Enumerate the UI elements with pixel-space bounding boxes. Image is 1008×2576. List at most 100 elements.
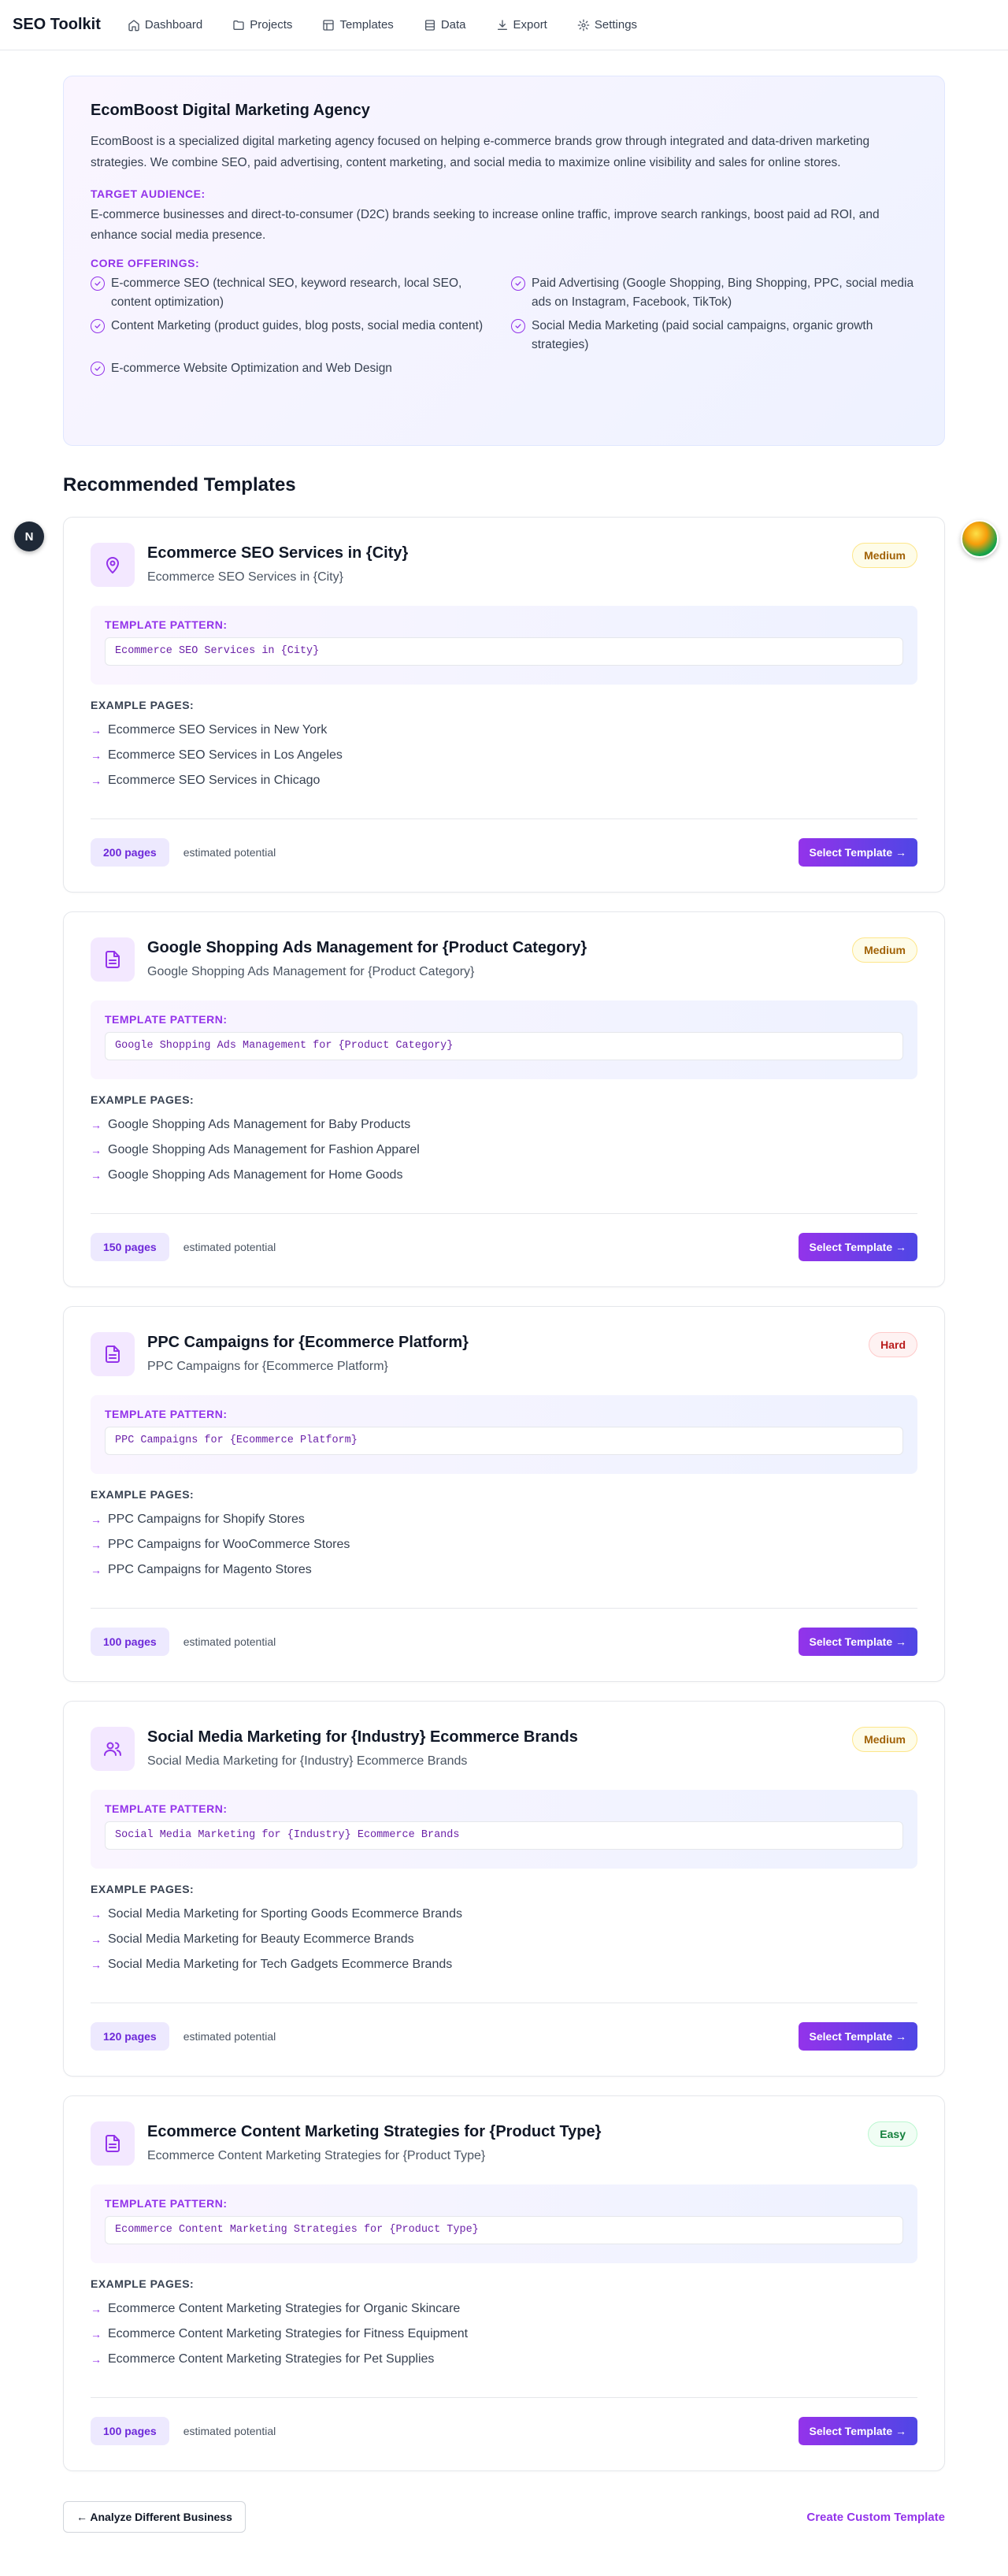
offering-text: Social Media Marketing (paid social camp… — [532, 319, 873, 351]
core-offerings-list: E-commerce SEO (technical SEO, keyword r… — [91, 274, 917, 378]
arrow-right-icon: → — [91, 1564, 102, 1576]
arrow-right-icon: → — [91, 724, 102, 737]
estimated-potential-label: estimated potential — [183, 1241, 276, 1253]
avatar[interactable] — [961, 520, 999, 558]
offering-item: Social Media Marketing (paid social camp… — [511, 317, 917, 354]
floating-badge[interactable]: N — [14, 522, 44, 551]
map-pin-icon — [91, 543, 135, 587]
template-pattern-box: TEMPLATE PATTERN: PPC Campaigns for {Eco… — [91, 1395, 917, 1474]
example-page-item: → Ecommerce Content Marketing Strategies … — [91, 2296, 917, 2322]
nav-item-data[interactable]: Data — [424, 18, 466, 32]
pages-count-badge: 100 pages — [91, 2417, 169, 2445]
download-icon — [497, 19, 507, 30]
select-template-button[interactable]: Select Template → — [798, 2417, 917, 2445]
template-card-footer: 150 pages estimated potential Select Tem… — [91, 1213, 917, 1261]
example-page-text: PPC Campaigns for Magento Stores — [108, 1563, 312, 1576]
example-page-text: Social Media Marketing for Beauty Ecomme… — [108, 1932, 414, 1946]
select-template-button[interactable]: Select Template → — [798, 2022, 917, 2051]
nav-item-projects[interactable]: Projects — [232, 18, 292, 32]
difficulty-badge: Hard — [869, 1332, 917, 1357]
arrow-right-icon: → — [91, 1169, 102, 1182]
check-circle-icon — [91, 319, 105, 333]
arrow-right-icon: → — [91, 2303, 102, 2315]
nav-item-label: Data — [440, 18, 466, 32]
example-page-text: Social Media Marketing for Sporting Good… — [108, 1907, 462, 1921]
nav-item-templates[interactable]: Templates — [322, 18, 394, 32]
template-card-footer: 200 pages estimated potential Select Tem… — [91, 818, 917, 867]
example-page-item: → PPC Campaigns for Magento Stores — [91, 1557, 917, 1583]
select-template-button[interactable]: Select Template → — [798, 838, 917, 867]
template-title: Ecommerce Content Marketing Strategies f… — [147, 2123, 602, 2140]
example-page-text: Ecommerce Content Marketing Strategies f… — [108, 2302, 461, 2315]
offering-item: E-commerce SEO (technical SEO, keyword r… — [91, 274, 497, 312]
template-card: Ecommerce SEO Services in {City} Ecommer… — [63, 517, 945, 893]
folder-icon — [233, 20, 244, 30]
example-page-item: → Ecommerce Content Marketing Strategies … — [91, 2322, 917, 2347]
template-pattern-code: Google Shopping Ads Management for {Prod… — [105, 1032, 903, 1060]
nav-item-dashboard[interactable]: Dashboard — [128, 18, 202, 32]
arrow-right-icon: → — [91, 2353, 102, 2366]
template-title: Social Media Marketing for {Industry} Ec… — [147, 1728, 578, 1746]
nav-item-settings[interactable]: Settings — [577, 18, 637, 32]
template-pattern-label: TEMPLATE PATTERN: — [105, 618, 228, 631]
pages-count-badge: 100 pages — [91, 1628, 169, 1656]
analyze-different-business-button[interactable]: ← Analyze Different Business — [63, 2501, 246, 2533]
example-page-text: Ecommerce SEO Services in New York — [108, 723, 328, 737]
document-icon — [91, 2121, 135, 2166]
template-subtitle: Ecommerce SEO Services in {City} — [147, 570, 343, 584]
template-pattern-code: PPC Campaigns for {Ecommerce Platform} — [105, 1427, 903, 1455]
template-pattern-code: Social Media Marketing for {Industry} Ec… — [105, 1821, 903, 1850]
check-circle-icon — [91, 277, 105, 291]
pages-count-badge: 200 pages — [91, 838, 169, 867]
target-audience-label: TARGET AUDIENCE: — [91, 187, 206, 200]
select-template-button[interactable]: Select Template → — [798, 1233, 917, 1261]
template-title: Ecommerce SEO Services in {City} — [147, 544, 409, 562]
template-subtitle: PPC Campaigns for {Ecommerce Platform} — [147, 1360, 388, 1373]
example-page-item: → PPC Campaigns for WooCommerce Stores — [91, 1532, 917, 1557]
example-page-item: → Social Media Marketing for Sporting Goo… — [91, 1902, 917, 1927]
template-pattern-label: TEMPLATE PATTERN: — [105, 1013, 228, 1026]
offering-text: E-commerce SEO (technical SEO, keyword r… — [111, 277, 462, 309]
recommended-templates-heading: Recommended Templates — [63, 474, 296, 496]
difficulty-badge: Medium — [852, 543, 917, 568]
example-page-text: Ecommerce Content Marketing Strategies f… — [108, 2352, 435, 2366]
check-circle-icon — [511, 319, 525, 333]
template-pattern-box: TEMPLATE PATTERN: Social Media Marketing… — [91, 1790, 917, 1869]
arrow-right-icon: → — [91, 1513, 102, 1526]
offering-text: Paid Advertising (Google Shopping, Bing … — [532, 277, 914, 309]
nav-item-label: Templates — [339, 18, 394, 32]
template-pattern-box: TEMPLATE PATTERN: Ecommerce SEO Services… — [91, 606, 917, 685]
main-content: EcomBoost Digital Marketing Agency EcomB… — [63, 76, 945, 2533]
gear-icon — [577, 19, 590, 31]
business-name: EcomBoost Digital Marketing Agency — [91, 102, 370, 119]
example-pages-list: → Ecommerce SEO Services in New York → Eco… — [91, 718, 917, 793]
example-pages-label: EXAMPLE PAGES: — [91, 699, 195, 711]
estimated-potential-label: estimated potential — [183, 2425, 276, 2437]
nav-item-export[interactable]: Export — [496, 18, 547, 32]
home-icon — [128, 19, 139, 31]
target-audience-text: E-commerce businesses and direct-to-cons… — [91, 208, 880, 242]
example-pages-label: EXAMPLE PAGES: — [91, 1093, 195, 1106]
template-card: PPC Campaigns for {Ecommerce Platform} P… — [63, 1306, 945, 1682]
brand-logo[interactable]: SEO Toolkit — [13, 16, 101, 34]
nav-item-label: Dashboard — [144, 18, 203, 32]
template-pattern-label: TEMPLATE PATTERN: — [105, 1408, 228, 1420]
arrow-right-icon: → — [91, 1539, 102, 1551]
example-page-text: Google Shopping Ads Management for Fashi… — [108, 1143, 420, 1156]
arrow-right-icon: → — [91, 749, 102, 762]
bottom-actions: ← Analyze Different Business Create Cust… — [63, 2501, 945, 2533]
example-page-item: → Google Shopping Ads Management for Baby… — [91, 1112, 917, 1138]
example-page-text: Google Shopping Ads Management for Home … — [108, 1168, 403, 1182]
core-offerings-label: CORE OFFERINGS: — [91, 257, 200, 269]
example-page-item: → Ecommerce SEO Services in New York — [91, 718, 917, 743]
offering-item: E-commerce Website Optimization and Web … — [91, 359, 497, 378]
create-custom-template-link[interactable]: Create Custom Template — [806, 2511, 945, 2524]
select-template-button[interactable]: Select Template → — [798, 1628, 917, 1656]
example-page-item: → PPC Campaigns for Shopify Stores — [91, 1507, 917, 1532]
check-circle-icon — [91, 362, 105, 376]
template-subtitle: Ecommerce Content Marketing Strategies f… — [147, 2149, 486, 2162]
template-subtitle: Social Media Marketing for {Industry} Ec… — [147, 1754, 468, 1768]
template-card-footer: 100 pages estimated potential Select Tem… — [91, 1608, 917, 1656]
template-pattern-box: TEMPLATE PATTERN: Ecommerce Content Mark… — [91, 2184, 917, 2263]
example-page-text: Ecommerce SEO Services in Los Angeles — [108, 748, 343, 762]
